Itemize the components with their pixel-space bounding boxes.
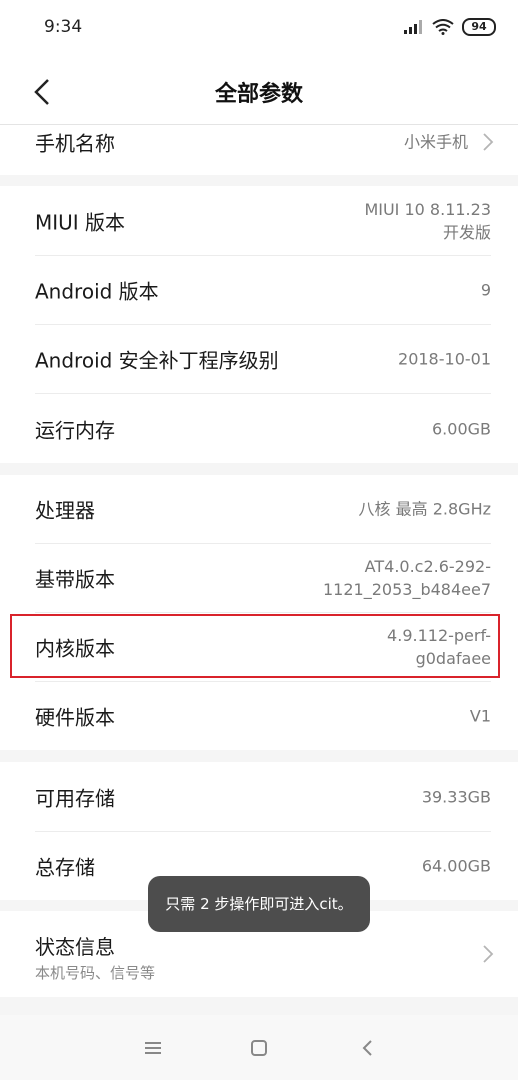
processor-value: 八核 最高 2.8GHz: [358, 499, 491, 519]
hardware-version-label: 硬件版本: [35, 705, 115, 730]
baseband-label: 基带版本: [35, 567, 115, 592]
total-storage-label: 总存储: [35, 855, 95, 880]
android-version-value: 9: [480, 280, 491, 300]
row-hardware-version: 硬件版本 V1: [0, 682, 518, 750]
row-available-storage: 可用存储 39.33GB: [0, 762, 518, 831]
row-processor: 处理器 八核 最高 2.8GHz: [0, 475, 518, 543]
phone-name-label: 手机名称: [35, 131, 115, 156]
battery-icon: 94: [462, 18, 496, 36]
signal-icon: [404, 20, 422, 34]
baseband-line1: AT4.0.c2.6-292-: [364, 557, 491, 576]
chevron-right-icon: [483, 945, 494, 963]
android-version-label: Android 版本: [35, 279, 159, 304]
kernel-label: 内核版本: [35, 636, 115, 661]
status-info-sublabel: 本机号码、信号等: [35, 964, 156, 982]
section-device-name: 手机名称 小米手机: [0, 125, 518, 175]
ram-value: 6.00GB: [432, 419, 491, 438]
miui-version-line1: MIUI 10 8.11.23: [364, 199, 491, 219]
processor-label: 处理器: [35, 498, 95, 523]
status-icons: 94: [404, 18, 496, 36]
section-hardware: 处理器 八核 最高 2.8GHz 基带版本 AT4.0.c2.6-292- 11…: [0, 475, 518, 750]
status-bar: 9:34 94: [0, 0, 518, 58]
security-patch-value: 2018-10-01: [398, 349, 491, 369]
row-security-patch: Android 安全补丁程序级别 2018-10-01: [0, 325, 518, 393]
menu-icon[interactable]: [141, 1037, 165, 1059]
ram-label: 运行内存: [35, 418, 115, 442]
available-storage-value: 39.33GB: [421, 787, 491, 806]
miui-version-line2: 开发版: [442, 222, 491, 242]
row-phone-name[interactable]: 手机名称 小米手机: [0, 125, 518, 159]
status-time: 9:34: [44, 17, 83, 37]
wifi-icon: [432, 19, 454, 35]
navigation-bar: [0, 1015, 518, 1080]
home-square-icon[interactable]: [247, 1037, 271, 1059]
kernel-value: 4.9.112-perf- g0dafaee: [387, 624, 491, 670]
row-baseband: 基带版本 AT4.0.c2.6-292- 1121_2053_b484ee7: [0, 544, 518, 612]
available-storage-label: 可用存储: [35, 786, 115, 810]
row-ram: 运行内存 6.00GB: [0, 394, 518, 463]
kernel-line1: 4.9.112-perf-: [387, 626, 491, 645]
nav-back-icon[interactable]: [356, 1037, 380, 1059]
section-system: MIUI 版本 MIUI 10 8.11.23 开发版 Android 版本 9…: [0, 186, 518, 463]
row-android-version: Android 版本 9: [0, 256, 518, 324]
miui-version-value: MIUI 10 8.11.23 开发版: [364, 198, 491, 244]
toast: 只需 2 步操作即可进入cit。: [148, 876, 370, 932]
row-miui-version: MIUI 版本 MIUI 10 8.11.23 开发版: [0, 186, 518, 255]
chevron-right-icon: [483, 133, 494, 151]
security-patch-label: Android 安全补丁程序级别: [35, 348, 279, 373]
total-storage-value: 64.00GB: [421, 856, 491, 876]
baseband-value: AT4.0.c2.6-292- 1121_2053_b484ee7: [323, 555, 491, 601]
phone-name-value: 小米手机: [403, 132, 468, 152]
kernel-line2: g0dafaee: [415, 649, 491, 668]
page-title: 全部参数: [214, 82, 303, 107]
hardware-version-value: V1: [469, 706, 491, 726]
row-kernel[interactable]: 内核版本 4.9.112-perf- g0dafaee: [0, 613, 518, 681]
baseband-line2: 1121_2053_b484ee7: [323, 580, 491, 599]
miui-version-label: MIUI 版本: [35, 210, 126, 234]
header: 全部参数: [0, 58, 518, 125]
status-info-label: 状态信息: [35, 935, 115, 959]
